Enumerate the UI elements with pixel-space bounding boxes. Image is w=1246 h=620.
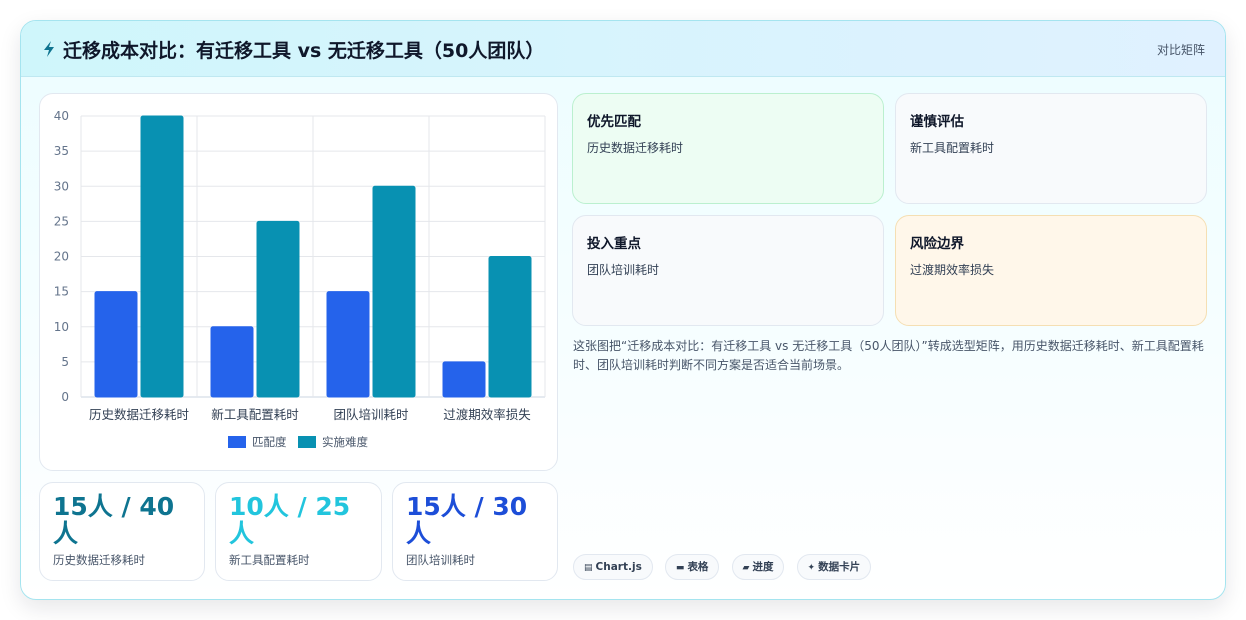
legend-swatch bbox=[228, 436, 246, 448]
x-tick-label: 团队培训耗时 bbox=[333, 407, 409, 422]
page-title: 迁移成本对比：有迁移工具 vs 无迁移工具（50人团队） bbox=[63, 40, 545, 62]
chart-description: 这张图把“迁移成本对比：有迁移工具 vs 无迁移工具（50人团队）”转成选型矩阵… bbox=[573, 339, 1204, 372]
sparkle-icon: ✦ bbox=[807, 563, 816, 573]
bar-0-2[interactable] bbox=[326, 291, 370, 398]
kpi-value: 15人 / 30人 bbox=[406, 492, 528, 548]
chip-label: Chart.js bbox=[595, 561, 642, 573]
tile-careful-evaluation[interactable]: 谨慎评估 新工具配置耗时 bbox=[895, 93, 1207, 204]
table-icon: ▬ bbox=[675, 563, 685, 573]
y-tick-label: 10 bbox=[54, 320, 69, 334]
x-tick-label: 历史数据迁移耗时 bbox=[89, 407, 190, 422]
kpi-value: 10人 / 25人 bbox=[229, 492, 351, 548]
kpi-label: 团队培训耗时 bbox=[406, 553, 475, 567]
y-tick-label: 25 bbox=[54, 214, 69, 228]
y-tick-label: 40 bbox=[54, 109, 69, 123]
bar-0-1[interactable] bbox=[210, 326, 254, 398]
kpi-card-2: 15人 / 30人 团队培训耗时 bbox=[392, 482, 558, 581]
legend-label: 匹配度 bbox=[252, 435, 287, 449]
kpi-card-1: 10人 / 25人 新工具配置耗时 bbox=[215, 482, 382, 581]
kpi-label: 历史数据迁移耗时 bbox=[53, 553, 145, 567]
legend-label: 实施难度 bbox=[322, 435, 368, 449]
bar-chart: 0 5 10 15 20 25 30 35 40 历史数据迁移耗时 新工具配置耗时 团队培训耗时 过渡期… bbox=[54, 109, 546, 449]
bar-0-3[interactable] bbox=[442, 361, 486, 398]
bar-1-3[interactable] bbox=[488, 256, 532, 398]
chip-label: 表格 bbox=[687, 561, 709, 573]
tile-subtitle: 历史数据迁移耗时 bbox=[587, 141, 684, 155]
kpi-value: 15人 / 40人 bbox=[53, 492, 175, 548]
progress-icon: ▰ bbox=[742, 563, 750, 573]
bar-0-0[interactable] bbox=[94, 291, 138, 398]
tile-investment-focus[interactable]: 投入重点 团队培训耗时 bbox=[572, 215, 884, 326]
y-tick-label: 15 bbox=[54, 285, 69, 299]
lightning-icon bbox=[44, 41, 54, 57]
kpi-label: 新工具配置耗时 bbox=[229, 553, 310, 567]
y-tick-label: 5 bbox=[61, 355, 69, 369]
x-tick-label: 新工具配置耗时 bbox=[211, 407, 299, 422]
tile-title: 谨慎评估 bbox=[910, 114, 964, 130]
chip-data-card[interactable]: ✦ 数据卡片 bbox=[796, 554, 872, 580]
bar-chart-panel: 0 5 10 15 20 25 30 35 40 历史数据迁移耗时 新工具配置耗时 团队培训耗时 过渡期… bbox=[39, 93, 558, 471]
tile-subtitle: 团队培训耗时 bbox=[587, 263, 660, 277]
chip-progress[interactable]: ▰ 进度 bbox=[731, 554, 785, 580]
tile-title: 风险边界 bbox=[910, 236, 964, 252]
bar-1-1[interactable] bbox=[256, 220, 300, 398]
tile-subtitle: 新工具配置耗时 bbox=[910, 141, 995, 155]
comparison-card: 迁移成本对比：有迁移工具 vs 无迁移工具（50人团队） 对比矩阵 0 5 10 15… bbox=[20, 20, 1226, 600]
chip-table[interactable]: ▬ 表格 bbox=[664, 554, 720, 580]
y-tick-label: 35 bbox=[54, 144, 69, 158]
bar-1-0[interactable] bbox=[140, 115, 184, 398]
y-tick-label: 20 bbox=[54, 250, 69, 264]
tile-subtitle: 过渡期效率损失 bbox=[910, 263, 995, 277]
tile-title: 投入重点 bbox=[587, 236, 641, 252]
bar-1-2[interactable] bbox=[372, 185, 416, 398]
chip-label: 数据卡片 bbox=[818, 561, 861, 573]
kpi-card-0: 15人 / 40人 历史数据迁移耗时 bbox=[39, 482, 205, 581]
chip-label: 进度 bbox=[752, 561, 774, 573]
legend-swatch bbox=[298, 436, 316, 448]
y-tick-label: 0 bbox=[61, 390, 69, 404]
tile-priority-match[interactable]: 优先匹配 历史数据迁移耗时 bbox=[572, 93, 884, 204]
card-header: 迁移成本对比：有迁移工具 vs 无迁移工具（50人团队） 对比矩阵 bbox=[21, 21, 1225, 77]
y-tick-label: 30 bbox=[54, 179, 69, 193]
chart-icon: ▤ bbox=[584, 563, 593, 573]
chip-row: ▤ Chart.js ▬ 表格 ▰ 进度 ✦ 数据卡片 bbox=[573, 554, 878, 580]
tile-title: 优先匹配 bbox=[587, 114, 641, 130]
x-tick-label: 过渡期效率损失 bbox=[443, 407, 531, 422]
tile-risk-boundary[interactable]: 风险边界 过渡期效率损失 bbox=[895, 215, 1207, 326]
matrix-tag[interactable]: 对比矩阵 bbox=[1157, 41, 1205, 58]
chip-chartjs[interactable]: ▤ Chart.js bbox=[573, 554, 653, 580]
